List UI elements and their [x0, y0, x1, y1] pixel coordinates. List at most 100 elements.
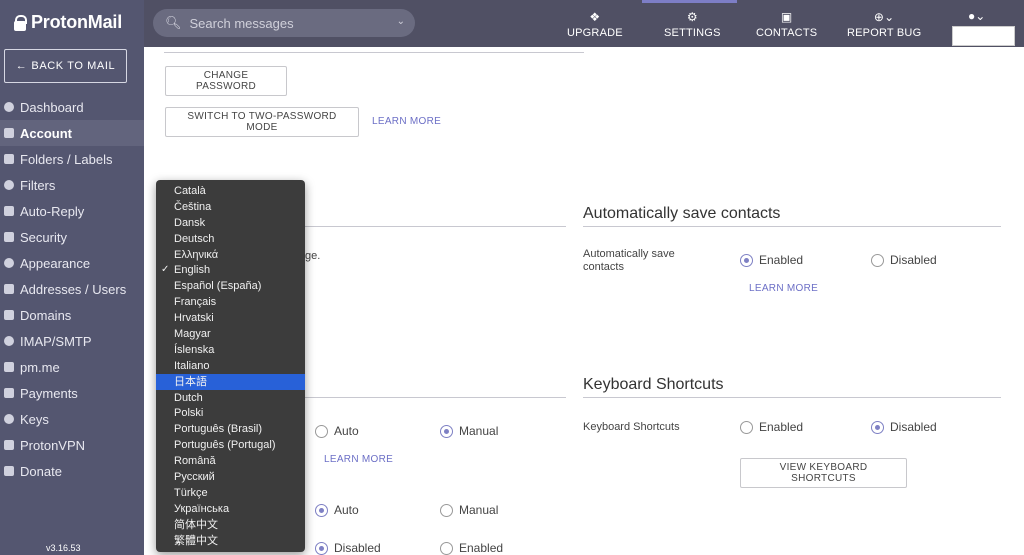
user-name-box[interactable]	[952, 26, 1015, 46]
learn-more-link[interactable]: LEARN MORE	[324, 454, 393, 465]
sidebar-nav: Dashboard Account Folders / Labels Filters A…	[0, 94, 144, 484]
change-password-button[interactable]: CHANGE PASSWORD	[165, 66, 287, 96]
settings-button[interactable]: ⚙ SETTINGS	[664, 10, 721, 39]
row1-manual-radio[interactable]: Manual	[440, 424, 498, 438]
radio-label: Disabled	[334, 541, 381, 555]
language-option-label: Italiano	[174, 359, 210, 372]
protonmail-logo[interactable]: ProtonMail	[14, 12, 122, 33]
radio-icon	[440, 541, 453, 555]
sidebar-item-auto-reply[interactable]: Auto-Reply	[0, 198, 144, 224]
globe-icon	[4, 310, 14, 320]
language-option[interactable]: Deutsch	[156, 231, 305, 247]
auto-save-enabled-radio[interactable]: Enabled	[740, 253, 803, 267]
language-option[interactable]: 繁體中文	[156, 533, 305, 549]
sidebar-item-security[interactable]: Security	[0, 224, 144, 250]
keyboard-disabled-radio[interactable]: Disabled	[871, 420, 937, 434]
back-to-mail-button[interactable]: ← BACK TO MAIL	[4, 49, 127, 83]
view-keyboard-shortcuts-button[interactable]: VIEW KEYBOARD SHORTCUTS	[740, 458, 907, 488]
report-bug-label: REPORT BUG	[847, 27, 922, 39]
sidebar-item-imap-smtp[interactable]: IMAP/SMTP	[0, 328, 144, 354]
language-option[interactable]: Ελληνικά	[156, 247, 305, 263]
language-option[interactable]: Italiano	[156, 358, 305, 374]
report-bug-button[interactable]: ⊕⌄ REPORT BUG	[847, 10, 921, 39]
topbar: 🔍︎ ⌄ ❖ UPGRADE ⚙ SETTINGS ▣ CONTACTS ⊕⌄ …	[144, 0, 1024, 47]
keyboard-shortcuts-label: Keyboard Shortcuts	[583, 421, 680, 433]
radio-selected-icon	[315, 503, 328, 517]
language-option[interactable]: Español (España)	[156, 278, 305, 294]
language-option[interactable]: Català	[156, 183, 305, 199]
language-option-label: Français	[174, 296, 217, 309]
language-option-label: Magyar	[174, 328, 211, 341]
language-option[interactable]: Français	[156, 294, 305, 310]
row2-auto-radio[interactable]: Auto	[315, 503, 359, 517]
arrow-left-icon: ←	[15, 60, 28, 72]
radio-label: Enabled	[759, 420, 804, 434]
language-option[interactable]: Türkçe	[156, 485, 305, 501]
language-option-label: Deutsch	[174, 232, 215, 245]
user-menu-icon[interactable]: ●⌄	[968, 9, 985, 23]
radio-label: Auto	[334, 424, 359, 438]
radio-icon	[315, 424, 328, 438]
sidebar-item-donate[interactable]: Donate	[0, 458, 144, 484]
language-option-label: 简体中文	[174, 518, 218, 531]
sidebar-item-dashboard[interactable]: Dashboard	[0, 94, 144, 120]
language-option[interactable]: 简体中文	[156, 517, 305, 533]
language-option[interactable]: 日本語	[156, 373, 305, 390]
sidebar-item-addresses-users[interactable]: Addresses / Users	[0, 276, 144, 302]
sidebar-item-account[interactable]: Account	[0, 120, 144, 146]
sidebar-item-label: Filters	[20, 177, 56, 193]
language-option-label: Català	[174, 185, 206, 197]
settings-label: SETTINGS	[664, 27, 721, 39]
language-option[interactable]: Dutch	[156, 390, 305, 406]
active-tab-indicator	[642, 0, 737, 3]
language-option[interactable]: Íslenska	[156, 342, 305, 358]
sidebar-item-folders-labels[interactable]: Folders / Labels	[0, 146, 144, 172]
logo-text: ProtonMail	[31, 12, 122, 32]
language-option[interactable]: ✓ English	[156, 262, 305, 278]
language-option[interactable]: Magyar	[156, 326, 305, 342]
language-option[interactable]: Română	[156, 453, 305, 469]
language-option-label: Íslenska	[174, 343, 215, 356]
language-option[interactable]: Português (Portugal)	[156, 437, 305, 453]
sidebar-item-appearance[interactable]: Appearance	[0, 250, 144, 276]
sidebar-item-pm-me[interactable]: pm.me	[0, 354, 144, 380]
language-dropdown[interactable]: Català Čeština Dansk Deutsch Ελληνικά ✓ Englis…	[156, 180, 305, 552]
sidebar-item-label: Donate	[20, 463, 62, 479]
row3-enabled-radio[interactable]: Enabled	[440, 541, 503, 555]
language-option[interactable]: Polski	[156, 405, 305, 421]
two-password-mode-button[interactable]: SWITCH TO TWO-PASSWORD MODE	[165, 107, 359, 137]
learn-more-link[interactable]: LEARN MORE	[749, 283, 818, 294]
language-option[interactable]: Русский	[156, 469, 305, 485]
sidebar-item-filters[interactable]: Filters	[0, 172, 144, 198]
language-option[interactable]: Українська	[156, 501, 305, 517]
language-option[interactable]: Dansk	[156, 215, 305, 231]
search-input[interactable]	[189, 15, 390, 31]
sidebar-item-payments[interactable]: Payments	[0, 380, 144, 406]
row2-manual-radio[interactable]: Manual	[440, 503, 498, 517]
sidebar-item-protonvpn[interactable]: ProtonVPN	[0, 432, 144, 458]
checkmark-icon: ✓	[161, 264, 170, 276]
keyboard-enabled-radio[interactable]: Enabled	[740, 420, 803, 434]
sidebar-item-label: Appearance	[20, 255, 91, 271]
contacts-button[interactable]: ▣ CONTACTS	[756, 10, 817, 39]
row1-auto-radio[interactable]: Auto	[315, 424, 359, 438]
keyboard-shortcuts-title: Keyboard Shortcuts	[583, 376, 724, 393]
language-option-label: Türkçe	[174, 486, 208, 499]
divider	[583, 226, 1001, 227]
learn-more-link[interactable]: LEARN MORE	[372, 116, 441, 127]
language-option[interactable]: Čeština	[156, 199, 305, 215]
card-icon	[4, 388, 14, 398]
sidebar-item-keys[interactable]: Keys	[0, 406, 144, 432]
search-box[interactable]: 🔍︎ ⌄	[153, 9, 415, 37]
sidebar-item-label: Addresses / Users	[20, 281, 127, 297]
auto-save-disabled-radio[interactable]: Disabled	[871, 253, 937, 267]
language-option[interactable]: Hrvatski	[156, 310, 305, 326]
upgrade-button[interactable]: ❖ UPGRADE	[567, 10, 623, 39]
language-option[interactable]: Português (Brasil)	[156, 421, 305, 437]
sidebar-item-domains[interactable]: Domains	[0, 302, 144, 328]
language-option-label: Polski	[174, 407, 204, 420]
row3-disabled-radio[interactable]: Disabled	[315, 541, 381, 555]
language-option-label: Dansk	[174, 216, 206, 229]
chevron-down-icon[interactable]: ⌄	[397, 16, 405, 27]
dashboard-icon	[4, 102, 14, 112]
